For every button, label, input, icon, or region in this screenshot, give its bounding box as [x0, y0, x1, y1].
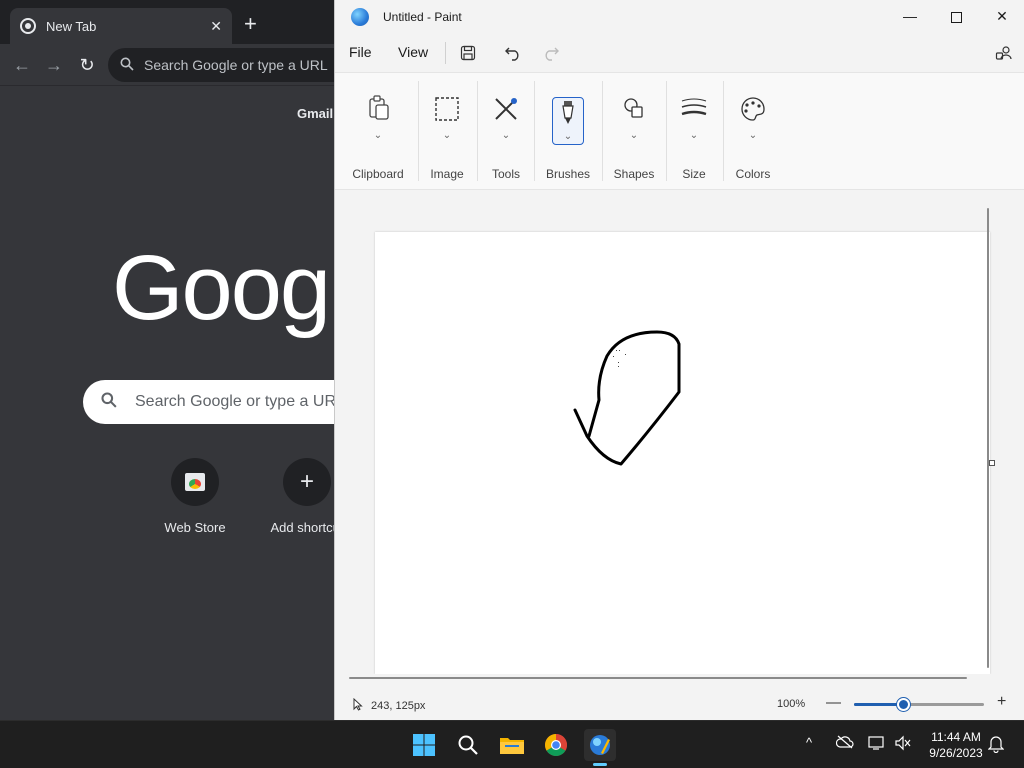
ribbon-group-image[interactable]: ⌄ Image [423, 81, 471, 185]
save-icon[interactable] [457, 42, 479, 64]
onedrive-icon[interactable] [835, 735, 854, 752]
cursor-position: 243, 125px [353, 697, 426, 714]
paint-ribbon: ⌄ Clipboard ⌄ Image ⌄ Tools ⌄ Brushes ⌄ … [335, 72, 1024, 190]
ribbon-label: Colors [735, 167, 771, 181]
close-icon[interactable]: ✕ [979, 0, 1024, 32]
ribbon-group-size[interactable]: ⌄ Size [670, 81, 718, 185]
system-clock[interactable]: 11:44 AM 9/26/2023 [920, 729, 992, 761]
undo-icon[interactable] [502, 42, 524, 64]
gmail-link[interactable]: Gmail [297, 106, 333, 121]
volume-muted-icon[interactable] [894, 735, 912, 754]
paint-window: Untitled - Paint — ✕ File View ⌄ Clipboa… [334, 0, 1024, 720]
ribbon-group-tools[interactable]: ⌄ Tools [481, 81, 531, 185]
window-title: Untitled - Paint [383, 10, 462, 24]
account-icon[interactable] [993, 42, 1015, 64]
tools-icon: ⌄ [488, 95, 524, 143]
chrome-icon[interactable] [540, 729, 572, 761]
chrome-favicon-icon [20, 18, 36, 34]
horizontal-scrollbar[interactable] [349, 677, 967, 679]
ribbon-group-clipboard[interactable]: ⌄ Clipboard [347, 81, 409, 185]
file-explorer-icon[interactable] [496, 729, 528, 761]
size-icon: ⌄ [676, 95, 712, 143]
new-tab-button[interactable]: + [244, 13, 257, 35]
cursor-icon [353, 697, 363, 714]
reload-icon[interactable]: ↻ [75, 53, 99, 77]
canvas-area [335, 190, 1024, 674]
zoom-percentage[interactable]: 100% [777, 698, 805, 710]
forward-arrow-icon[interactable]: → [42, 53, 66, 77]
maximize-icon[interactable] [933, 0, 979, 32]
chevron-up-icon[interactable]: ^ [806, 735, 812, 750]
tab-title: New Tab [46, 18, 97, 34]
shapes-icon: ⌄ [616, 95, 652, 143]
paint-statusbar: 243, 125px 100% — + [335, 688, 1024, 720]
paint-taskbar-icon[interactable] [584, 729, 616, 761]
ribbon-group-shapes[interactable]: ⌄ Shapes [606, 81, 662, 185]
search-icon [101, 391, 117, 413]
menu-file[interactable]: File [349, 44, 372, 60]
search-icon [120, 57, 134, 74]
zoom-out-icon[interactable]: — [826, 694, 841, 711]
brush-icon: ⌄ [552, 97, 584, 145]
zoom-slider-fill [854, 703, 903, 706]
omnibox-placeholder: Search Google or type a URL [144, 57, 328, 73]
ribbon-label: Image [430, 167, 464, 181]
clock-time: 11:44 AM [931, 730, 981, 744]
vertical-scrollbar[interactable] [987, 208, 989, 668]
shortcut-web-store[interactable]: Web Store [140, 458, 250, 535]
taskbar: ^ 11:44 AM 9/26/2023 [0, 720, 1024, 768]
search-icon[interactable] [452, 729, 484, 761]
ntp-search-placeholder: Search Google or type a URL [135, 393, 345, 410]
menu-view[interactable]: View [398, 44, 428, 60]
freehand-stroke [573, 330, 681, 466]
redo-icon[interactable] [540, 42, 562, 64]
shortcut-label: Web Store [164, 520, 226, 535]
back-arrow-icon[interactable]: ← [10, 53, 34, 77]
drawing-canvas[interactable] [375, 232, 990, 674]
canvas-resize-handle[interactable] [989, 460, 995, 466]
ribbon-group-brushes[interactable]: ⌄ Brushes [538, 81, 598, 185]
clock-date: 9/26/2023 [929, 746, 983, 760]
active-app-indicator [593, 763, 607, 766]
palette-icon: ⌄ [735, 95, 771, 143]
tab-close-icon[interactable]: ✕ [210, 18, 222, 35]
minimize-icon[interactable]: — [887, 0, 933, 32]
web-store-icon [171, 458, 219, 506]
zoom-slider[interactable] [854, 698, 984, 711]
ribbon-label: Brushes [545, 167, 591, 181]
paint-menubar: File View [335, 36, 1024, 70]
ribbon-label: Tools [491, 167, 520, 181]
chrome-tab-new-tab[interactable]: New Tab ✕ [10, 8, 232, 44]
network-icon[interactable] [868, 735, 886, 754]
plus-icon: + [283, 458, 331, 506]
zoom-slider-thumb[interactable] [897, 698, 910, 711]
clipboard-icon: ⌄ [360, 95, 396, 143]
paint-titlebar: Untitled - Paint — ✕ [335, 0, 1024, 34]
zoom-in-icon[interactable]: + [997, 693, 1006, 711]
select-icon: ⌄ [429, 95, 465, 143]
menu-separator [445, 42, 446, 64]
paint-app-icon [351, 8, 369, 26]
cursor-position-text: 243, 125px [371, 700, 426, 712]
notification-bell-icon[interactable] [987, 735, 1005, 756]
ribbon-label: Size [682, 167, 706, 181]
ribbon-group-colors[interactable]: ⌄ Colors [727, 81, 779, 185]
start-icon[interactable] [408, 729, 440, 761]
ribbon-label: Clipboard [352, 167, 404, 181]
ribbon-label: Shapes [613, 167, 655, 181]
